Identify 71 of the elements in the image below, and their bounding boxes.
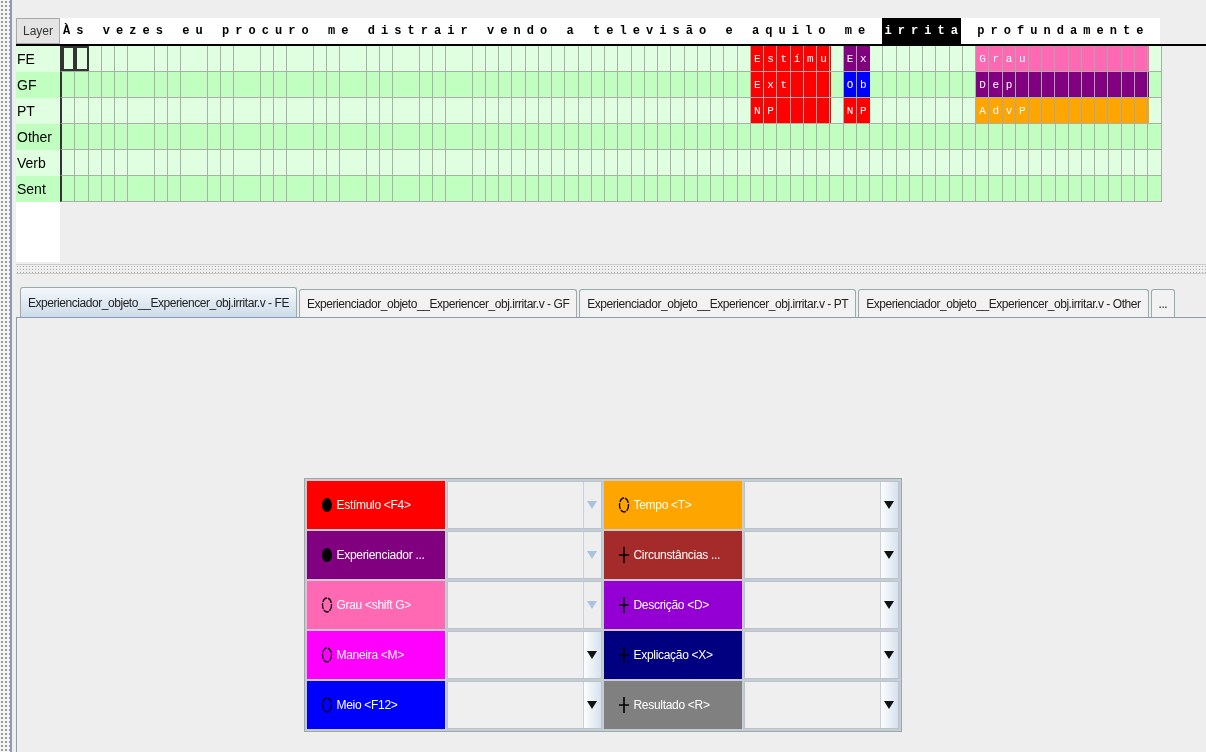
sentence-word[interactable]: m e (841, 18, 869, 44)
label-text: Maneira <M> (336, 648, 404, 662)
dropdown[interactable] (743, 681, 899, 729)
annotation-span[interactable]: E x (843, 46, 871, 71)
layer-label: PT (16, 98, 60, 124)
cross-icon (617, 597, 630, 613)
layer-label: Verb (16, 150, 60, 176)
sentence-word[interactable]: m e (325, 18, 352, 44)
cross-icon (617, 547, 630, 563)
dropdown[interactable] (743, 481, 899, 529)
filled-dot-icon (320, 497, 333, 513)
dropdown[interactable] (446, 681, 602, 729)
label-text: Circunstâncias ... (633, 548, 721, 562)
selection-cell[interactable] (75, 46, 89, 71)
ring-icon (320, 597, 333, 613)
frame-element-label[interactable]: Meio <F12> (306, 681, 445, 729)
tab[interactable]: ... (1150, 289, 1176, 317)
annotation-span[interactable]: N P (843, 98, 871, 123)
sentence-word[interactable]: i r r i t a (881, 18, 961, 44)
sentence-word[interactable]: À s (60, 18, 87, 44)
sentence-word[interactable]: e (722, 18, 736, 44)
layer-label: Other (16, 124, 60, 150)
dropdown[interactable] (743, 581, 899, 629)
sentence-word[interactable]: e u (179, 18, 206, 44)
dropdown[interactable] (446, 531, 602, 579)
sentence-word[interactable]: v e z e s (99, 18, 166, 44)
layer-label: Sent (16, 176, 60, 202)
label-text: Resultado <R> (633, 698, 710, 712)
label-text: Explicação <X> (633, 648, 713, 662)
ring-icon (320, 647, 333, 663)
sentence-word[interactable]: t e l e v i s ã o (590, 18, 710, 44)
ring-icon (617, 497, 630, 513)
label-text: Meio <F12> (336, 698, 398, 712)
filled-dot-icon (320, 547, 333, 563)
label-text: Experienciador ... (336, 548, 425, 562)
dropdown[interactable] (743, 531, 899, 579)
annotation-span[interactable]: E x t (751, 72, 831, 97)
annotation-span[interactable]: N P (751, 98, 831, 123)
dropdown[interactable] (743, 631, 899, 679)
dropdown[interactable] (446, 581, 602, 629)
cross-icon (617, 697, 630, 713)
annotation-span[interactable]: O b (843, 72, 871, 97)
ring-icon (320, 697, 333, 713)
cross-icon (617, 647, 630, 663)
label-text: Tempo <T> (633, 498, 692, 512)
dropdown[interactable] (446, 481, 602, 529)
annotation-span[interactable]: D e p (976, 72, 1149, 97)
frame-element-label[interactable]: Circunstâncias ... (603, 531, 742, 579)
layer-label: GF (16, 72, 60, 98)
layer-label: FE (16, 46, 60, 72)
frame-element-label[interactable]: Resultado <R> (603, 681, 742, 729)
annotation-span[interactable]: E s t í m u (751, 46, 831, 71)
sentence-word[interactable]: a (563, 18, 577, 44)
sentence-word[interactable]: v e n d o (484, 18, 551, 44)
tab[interactable]: Experienciador_objeto__Experiencer_obj.irritar.v - Other (858, 289, 1149, 317)
sentence-word[interactable]: p r o f u n d a m e n t e (974, 18, 1147, 44)
tab[interactable]: Experienciador_objeto__Experiencer_obj.irritar.v - PT (579, 289, 857, 317)
frame-element-label[interactable]: Descrição <D> (603, 581, 742, 629)
column-header: Layer (16, 18, 60, 44)
tab[interactable]: Experienciador_objeto__Experiencer_obj.irritar.v - GF (298, 289, 578, 317)
label-text: Grau <shift G> (336, 598, 411, 612)
label-text: Estímulo <F4> (336, 498, 411, 512)
sentence-word[interactable]: d i s t r a i r (364, 18, 471, 44)
dropdown[interactable] (446, 631, 602, 679)
splitter-bar[interactable] (0, 0, 12, 752)
tab[interactable]: Experienciador_objeto__Experiencer_obj.irritar.v - FE (20, 287, 297, 317)
sentence-word[interactable]: a q u i l o (749, 18, 829, 44)
label-text: Descrição <D> (633, 598, 709, 612)
splitter-bar[interactable] (16, 264, 1206, 274)
frame-element-label[interactable]: Explicação <X> (603, 631, 742, 679)
sentence-word[interactable]: p r o c u r o (219, 18, 312, 44)
